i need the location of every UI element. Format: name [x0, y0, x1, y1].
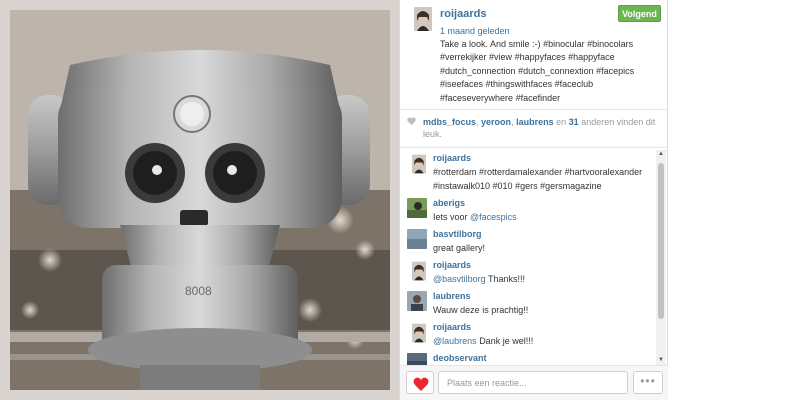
post-photo[interactable]: 8008 — [10, 10, 390, 390]
comment-username[interactable]: roijaards — [433, 153, 471, 163]
more-options-button[interactable]: ••• — [633, 371, 663, 394]
comments-scrollbar[interactable]: ▲ ▼ — [656, 150, 666, 365]
comment-item: basvtilborg great gallery! — [400, 225, 655, 255]
hashtag-link[interactable]: #faceclub — [555, 79, 594, 89]
hashtag-link[interactable]: #verrekijker — [440, 52, 487, 62]
author-username[interactable]: roijaards — [440, 8, 486, 20]
hashtag-link[interactable]: #binocolars — [587, 39, 633, 49]
comment-username[interactable]: basvtilborg — [433, 229, 482, 239]
caption-text: Take a look. And smile :-) — [440, 39, 541, 49]
comment-item: roijaards #rotterdam #rotterdamalexander… — [400, 149, 655, 197]
hashtag-link[interactable]: #facepics — [596, 66, 634, 76]
scroll-down-arrow-icon[interactable]: ▼ — [656, 356, 666, 365]
like-user-link[interactable]: yeroon — [481, 117, 511, 127]
hashtag-link[interactable]: #view — [489, 52, 512, 62]
comment-item: roijaards @basvtilborg Thanks!!! — [400, 256, 655, 286]
comment-username[interactable]: aberigs — [433, 198, 465, 208]
post-details-panel: roijaards Volgend 1 maand geleden Take a… — [399, 0, 668, 400]
comment-input[interactable] — [438, 371, 628, 394]
comment-text: Wauw deze is prachtig!! — [433, 305, 529, 315]
binocular-viewer-image: 8008 — [10, 10, 390, 390]
heart-icon — [413, 377, 429, 391]
like-button[interactable] — [406, 371, 434, 394]
comment-username[interactable]: roijaards — [433, 322, 471, 332]
commenter-avatar[interactable] — [412, 153, 426, 175]
comment-mention[interactable]: @basvtilborg — [433, 274, 486, 284]
comment-mention[interactable]: @laubrens — [433, 336, 477, 346]
post-timestamp[interactable]: 1 maand geleden — [440, 26, 510, 36]
hashtag-link[interactable]: #facefinder — [516, 93, 561, 103]
comment-mention[interactable]: @facespics — [470, 212, 517, 222]
comment-username[interactable]: deobservant — [433, 353, 487, 363]
comment-item: laubrens Wauw deze is prachtig!! — [400, 287, 655, 317]
hashtag-link[interactable]: #thingswithfaces — [486, 79, 553, 89]
commenter-avatar[interactable] — [407, 198, 427, 218]
post-header: roijaards Volgend 1 maand geleden Take a… — [400, 0, 668, 110]
photo-frame: 8008 — [0, 0, 399, 400]
likes-section: mdbs_focus, yeroon, laubrens en 31 ander… — [400, 111, 668, 148]
hashtag-link[interactable]: #happyfaces — [515, 52, 566, 62]
hashtag-link[interactable]: #happyface — [568, 52, 615, 62]
scroll-up-arrow-icon[interactable]: ▲ — [656, 150, 666, 159]
comment-item: aberigs Iets voor @facespics — [400, 194, 655, 224]
comment-text: @basvtilborg Thanks!!! — [433, 274, 526, 284]
heart-icon — [407, 117, 416, 125]
hashtag-link[interactable]: #faceseverywhere — [440, 93, 513, 103]
hashtag-link[interactable]: #dutch_connection — [440, 66, 516, 76]
engraving-text: 8008 — [185, 284, 212, 298]
commenter-avatar[interactable] — [412, 260, 426, 282]
comment-footer: ••• — [400, 365, 668, 400]
comment-text: #rotterdam #rotterdamalexander #hartvoor… — [433, 167, 643, 191]
comment-item: deobservant — [400, 349, 655, 365]
like-user-link[interactable]: mdbs_focus — [423, 117, 476, 127]
hashtag-link[interactable]: #iseefaces — [440, 79, 483, 89]
commenter-avatar[interactable] — [407, 229, 427, 249]
commenter-avatar[interactable] — [412, 322, 426, 344]
comments-list: roijaards #rotterdam #rotterdamalexander… — [400, 149, 668, 365]
likes-en: en — [556, 117, 567, 127]
scrollbar-thumb[interactable] — [658, 163, 664, 319]
hashtag-link[interactable]: #binocular — [543, 39, 585, 49]
comment-item: roijaards @laubrens Dank je wel!!! — [400, 318, 655, 348]
likes-text: mdbs_focus, yeroon, laubrens en 31 ander… — [423, 117, 656, 139]
likes-count[interactable]: 31 — [569, 117, 579, 127]
comment-username[interactable]: roijaards — [433, 260, 471, 270]
author-avatar[interactable] — [414, 7, 432, 31]
comment-username[interactable]: laubrens — [433, 291, 471, 301]
comment-text: great gallery! — [433, 243, 486, 253]
comment-text: @laubrens Dank je wel!!! — [433, 336, 534, 346]
like-user-link[interactable]: laubrens — [516, 117, 554, 127]
hashtag-link[interactable]: #dutch_connextion — [518, 66, 594, 76]
follow-button[interactable]: Volgend — [618, 5, 661, 22]
post-caption: Take a look. And smile :-) #binocular #b… — [440, 38, 662, 105]
commenter-avatar[interactable] — [407, 291, 427, 311]
comment-text: Iets voor @facespics — [433, 212, 517, 222]
commenter-avatar[interactable] — [407, 353, 427, 365]
